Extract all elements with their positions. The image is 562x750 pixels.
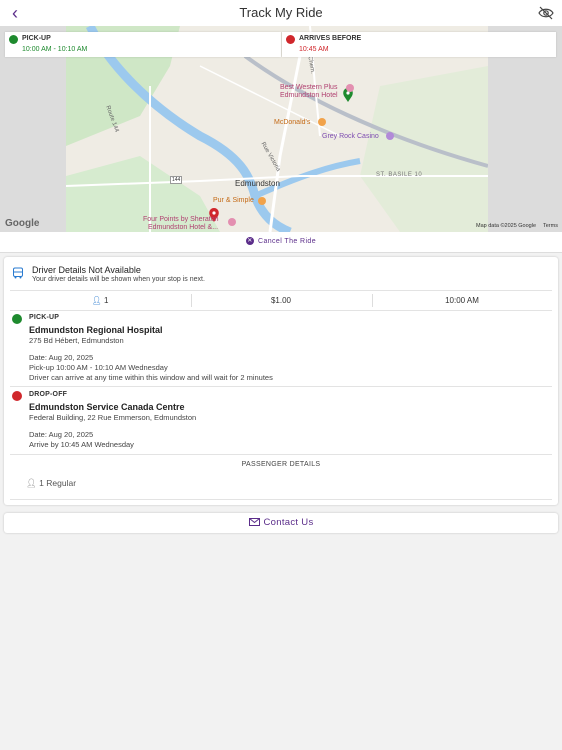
passenger-row: 👤︎ 1 Regular — [26, 478, 76, 489]
pickup-location-name: Edmundston Regional Hospital — [29, 325, 163, 335]
bus-icon — [13, 267, 23, 279]
map-label-four-points-2: Edmundston Hotel &... — [148, 224, 219, 231]
map-label-four-points: Four Points by Sheraton — [143, 216, 219, 223]
map-label-best-western-2: Edmundston Hotel — [280, 92, 338, 99]
map-route-shield: 144 — [170, 176, 183, 184]
arrives-info-time: 10:45 AM — [299, 46, 329, 53]
envelope-icon — [248, 518, 260, 526]
map-label-pur-simple: Pur & Simple — [213, 197, 254, 204]
cancel-x-icon: ✕ — [245, 237, 254, 245]
map-label-casino: Grey Rock Casino — [322, 133, 379, 140]
google-logo: Google — [5, 218, 40, 229]
pickup-info-box: PICK-UP 10:00 AM - 10:10 AM — [5, 32, 281, 57]
map-label-st-basile: ST. BASILE 10 — [376, 172, 423, 178]
dropoff-arrow-icon — [286, 35, 295, 44]
top-bar: ‹ Track My Ride — [0, 0, 562, 26]
stat-fare: $1.00 — [270, 296, 292, 305]
cancel-ride-button[interactable]: ✕ Cancel The Ride — [0, 237, 562, 245]
dropoff-address: Federal Building, 22 Rue Emmerson, Edmun… — [29, 413, 197, 422]
pickup-info-time: 10:00 AM - 10:10 AM — [22, 46, 88, 53]
passenger-row-label: 1 Regular — [39, 478, 77, 488]
contact-us-button[interactable]: Contact Us — [4, 513, 558, 533]
pickup-arrow-icon — [12, 314, 22, 324]
contact-us-label: Contact Us — [263, 517, 314, 528]
ride-details-card: Driver Details Not Available Your driver… — [4, 257, 558, 505]
dropoff-date: Date: Aug 20, 2025 — [29, 430, 94, 439]
driver-title: Driver Details Not Available — [32, 265, 141, 275]
pickup-label: PICK-UP — [29, 314, 60, 321]
cancel-ride-label: Cancel The Ride — [257, 237, 316, 245]
arrives-info-label: ARRIVES BEFORE — [299, 35, 362, 42]
map-data-attribution: Map data ©2025 Google — [476, 223, 537, 229]
page-title: Track My Ride — [239, 5, 323, 20]
pickup-date: Date: Aug 20, 2025 — [29, 353, 94, 362]
person-icon: 👤︎ — [91, 296, 102, 305]
dropoff-label: DROP-OFF — [29, 391, 68, 398]
ride-stats: 👤︎ 1 $1.00 10:00 AM — [10, 290, 552, 311]
pickup-arrow-icon — [9, 35, 18, 44]
dropoff-location-name: Edmundston Service Canada Centre — [29, 402, 185, 412]
dropoff-arrive: Arrive by 10:45 AM Wednesday — [29, 440, 134, 449]
person-icon: 👤︎ — [26, 478, 37, 488]
stat-passengers: 👤︎ 1 — [10, 296, 190, 305]
map-label-edmundston: Edmundston — [235, 179, 280, 188]
passenger-details-title: PASSENGER DETAILS — [241, 461, 321, 468]
cancel-bar: ✕ Cancel The Ride — [0, 232, 562, 253]
arrives-info-box: ARRIVES BEFORE 10:45 AM — [282, 32, 556, 57]
pickup-note: Driver can arrive at any time within thi… — [29, 373, 273, 382]
hide-eye-icon[interactable] — [538, 5, 554, 21]
map-label-mcdonalds: McDonald's — [274, 119, 311, 126]
map-label-best-western: Best Western Plus — [280, 84, 338, 91]
map-terms-link[interactable]: Terms — [543, 223, 558, 229]
pickup-info-label: PICK-UP — [22, 35, 51, 42]
contact-us-row: Contact Us — [4, 517, 558, 528]
stat-passengers-value: 1 — [103, 296, 109, 305]
divider — [10, 454, 552, 455]
pickup-address: 275 Bd Hébert, Edmundston — [29, 336, 124, 345]
driver-subtitle: Your driver details will be shown when y… — [32, 276, 205, 283]
divider — [10, 499, 552, 500]
dropoff-arrow-icon — [12, 391, 22, 401]
stat-time: 10:00 AM — [445, 296, 479, 305]
pickup-window: Pick-up 10:00 AM - 10:10 AM Wednesday — [29, 363, 168, 372]
divider — [10, 386, 552, 387]
